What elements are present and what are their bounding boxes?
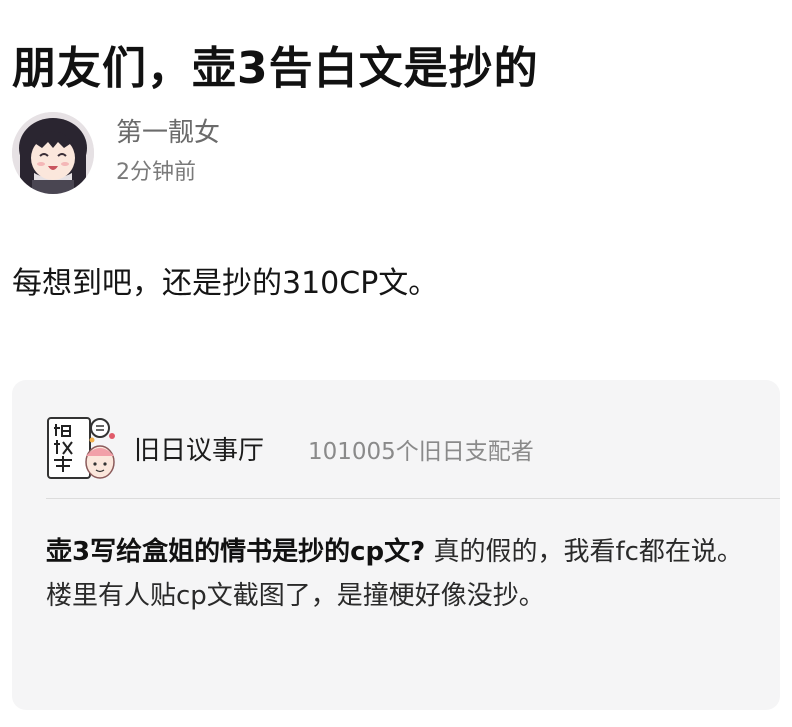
author-row[interactable]: 第一靓女 2分钟前 — [12, 112, 712, 196]
quoted-post-title: 壶3写给盒姐的情书是抄的cp文? — [46, 537, 426, 567]
post-body-text: 每想到吧，还是抄的310CP文。 — [12, 266, 439, 301]
quoted-post-content[interactable]: 壶3写给盒姐的情书是抄的cp文? 真的假的，我看fc都在说。 楼里有人贴cp文截… — [46, 530, 766, 618]
author-name[interactable]: 第一靓女 — [116, 116, 220, 150]
card-divider — [46, 498, 780, 499]
group-logo-icon — [46, 414, 118, 484]
quoted-post-card[interactable]: 旧日议事厅 101005个旧日支配者 壶3写给盒姐的情书是抄的cp文? 真的假的… — [12, 380, 780, 710]
anime-girl-avatar-icon[interactable] — [12, 112, 94, 194]
group-name[interactable]: 旧日议事厅 — [134, 434, 264, 468]
group-header[interactable]: 旧日议事厅 101005个旧日支配者 — [46, 408, 746, 486]
group-member-count: 101005个旧日支配者 — [308, 439, 534, 465]
post-title: 朋友们，壶3告白文是抄的 — [12, 43, 539, 95]
post-timestamp: 2分钟前 — [116, 160, 196, 185]
